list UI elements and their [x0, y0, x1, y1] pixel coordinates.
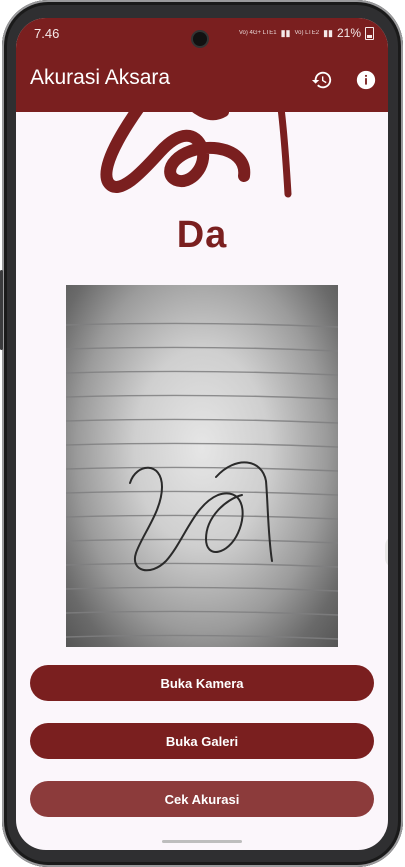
network-left: Vo) 4G+ LTE1	[238, 30, 277, 36]
history-button[interactable]	[310, 68, 334, 92]
open-camera-button[interactable]: Buka Kamera	[30, 665, 374, 701]
power-button	[0, 270, 3, 350]
check-accuracy-button[interactable]: Cek Akurasi	[30, 781, 374, 817]
phone-frame: 7.46 Vo) 4G+ LTE1 ▮▮ Vo) LTE2 ▮▮ 21% Aku…	[0, 0, 403, 867]
aksara-image	[94, 110, 314, 202]
network-right: Vo) LTE2	[294, 30, 320, 36]
status-icons: Vo) 4G+ LTE1 ▮▮ Vo) LTE2 ▮▮ 21%	[239, 26, 374, 40]
aksara-label: Da	[176, 214, 228, 256]
front-camera	[193, 32, 207, 46]
signal-icon-2: ▮▮	[323, 27, 333, 38]
battery-text: 21%	[336, 26, 361, 40]
open-gallery-button[interactable]: Buka Galeri	[30, 723, 374, 759]
status-bar: 7.46 Vo) 4G+ LTE1 ▮▮ Vo) LTE2 ▮▮ 21%	[16, 18, 388, 54]
history-icon	[311, 71, 332, 89]
home-indicator[interactable]	[162, 840, 242, 843]
captured-photo	[66, 285, 338, 647]
app-title: Akurasi Aksara	[30, 66, 171, 89]
floating-assist-bubble[interactable]	[385, 536, 388, 568]
status-time: 7.46	[34, 26, 60, 41]
battery-icon	[365, 26, 374, 40]
screen: 7.46 Vo) 4G+ LTE1 ▮▮ Vo) LTE2 ▮▮ 21% Aku…	[16, 18, 388, 850]
info-button[interactable]	[354, 68, 378, 92]
signal-icon: ▮▮	[280, 27, 291, 38]
info-icon	[356, 70, 376, 90]
app-bar: Akurasi Aksara	[16, 54, 388, 112]
